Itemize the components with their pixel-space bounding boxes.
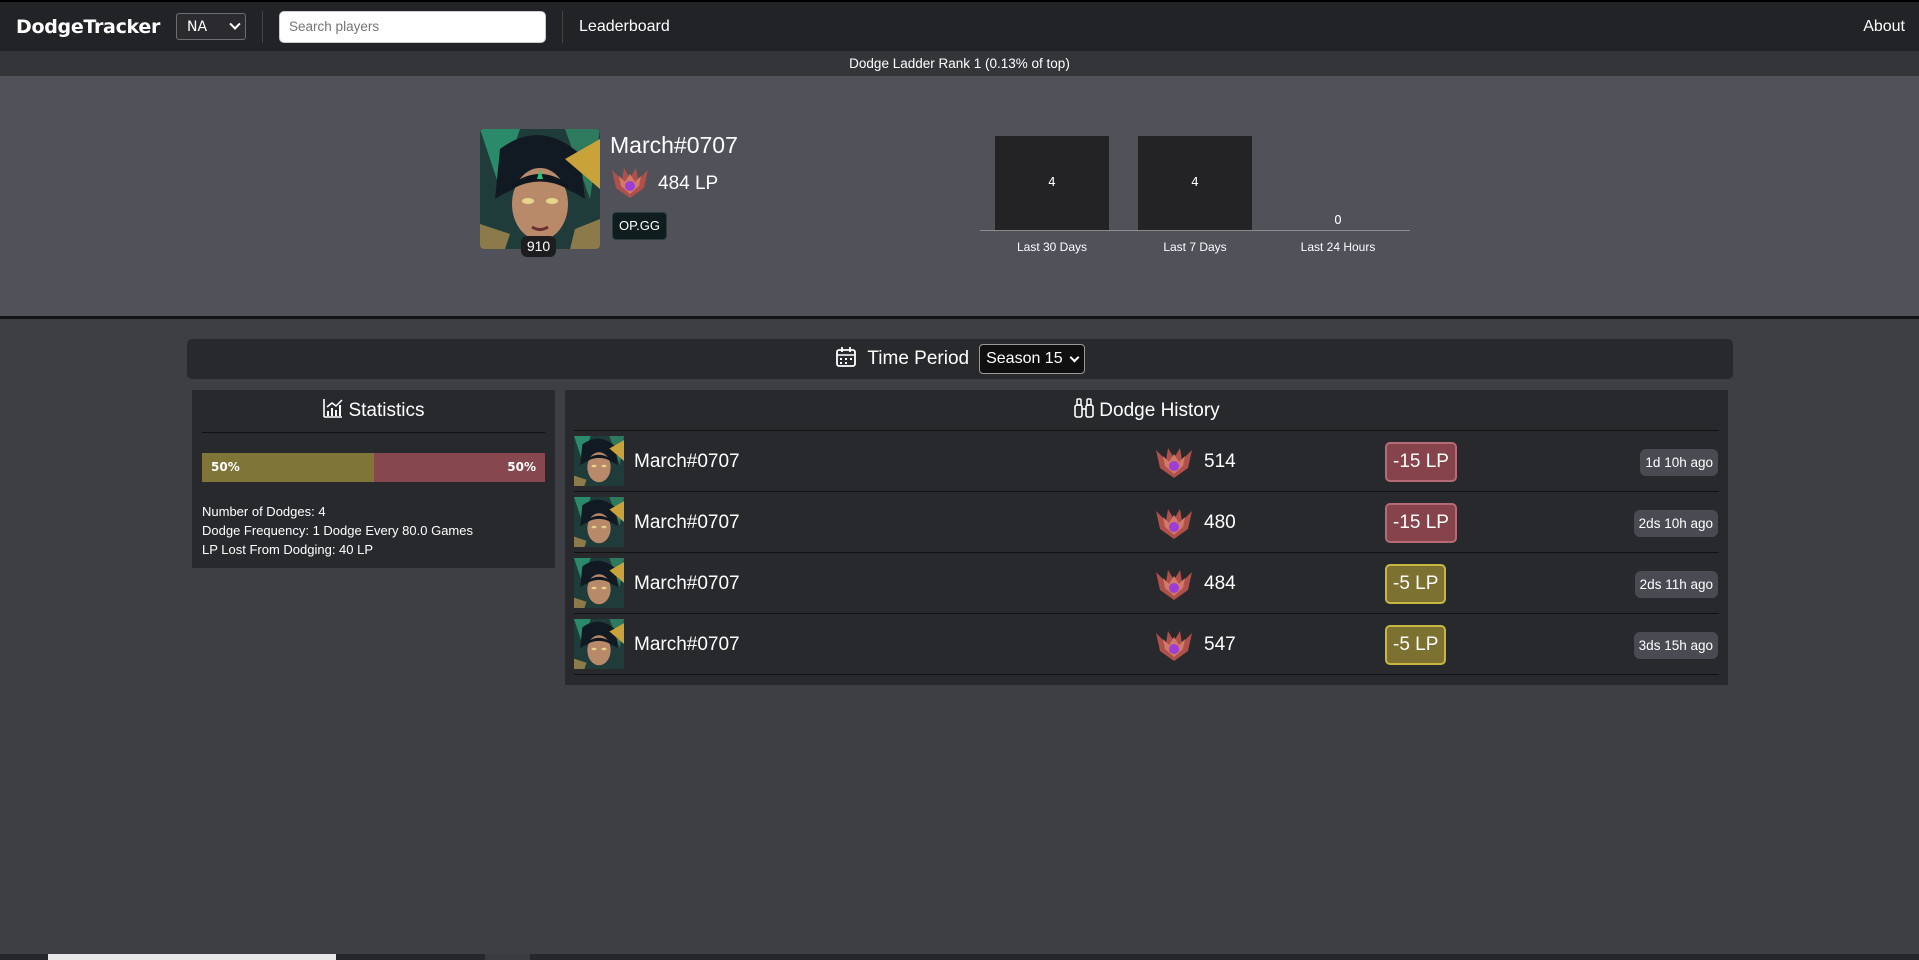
divider	[202, 432, 545, 433]
time-period-bar: Time Period Season 15	[187, 339, 1733, 379]
calendar-icon	[835, 346, 857, 372]
history-lp: 480	[1204, 512, 1236, 533]
search-placeholder: Search players	[289, 19, 380, 34]
brand-logo[interactable]: DodgeTracker	[16, 16, 160, 38]
chart-line-icon	[322, 397, 344, 425]
chart-category-label: Last 7 Days	[1163, 240, 1227, 254]
search-input[interactable]: Search players	[279, 10, 547, 43]
history-lp: 547	[1204, 634, 1236, 655]
ratio-left: 50%	[202, 453, 374, 482]
history-row[interactable]: March#0707 484 -5 LP 2ds 11h ago	[574, 553, 1719, 614]
statistics-title: Statistics	[348, 400, 425, 421]
lp-loss-badge: -5 LP	[1385, 625, 1447, 665]
chart-value-label: 4	[1048, 175, 1056, 189]
lp-loss-badge: -15 LP	[1385, 503, 1457, 543]
champion-portrait	[480, 129, 600, 249]
nav-divider	[562, 10, 564, 43]
scrollbar-thumb[interactable]	[48, 954, 336, 960]
chart-value-label: 4	[1191, 175, 1199, 189]
stat-lp-lost: LP Lost From Dodging: 40 LP	[202, 542, 374, 557]
master-emblem-icon	[610, 164, 650, 204]
region-select[interactable]: NA	[176, 13, 247, 40]
player-lp: 484 LP	[610, 164, 718, 204]
profile-header: 910 March#0707 484 LP OP.GG 4 Last 30 Day…	[0, 76, 1919, 316]
lp-value: 484 LP	[658, 173, 719, 194]
history-row[interactable]: March#0707 480 -15 LP 2ds 10h ago	[574, 492, 1719, 553]
time-ago-badge: 2ds 10h ago	[1633, 510, 1718, 537]
chevron-down-icon	[229, 18, 241, 30]
history-lp: 484	[1204, 573, 1236, 594]
master-emblem-icon	[1154, 443, 1194, 485]
season-value: Season 15	[986, 350, 1063, 367]
opgg-button[interactable]: OP.GG	[612, 212, 667, 240]
leaderboard-link[interactable]: Leaderboard	[579, 18, 670, 36]
chart-category-label: Last 30 Days	[1016, 240, 1088, 254]
navbar: DodgeTracker NA Search players Leaderboa…	[0, 0, 1919, 51]
master-emblem-icon	[1154, 504, 1194, 546]
champion-thumbnail	[574, 619, 624, 669]
history-row[interactable]: March#0707 514 -15 LP 1d 10h ago	[574, 431, 1719, 492]
statistics-panel: Statistics 50% 50% Number of Dodges: 4 D…	[192, 390, 555, 568]
history-player-name[interactable]: March#0707	[634, 573, 740, 595]
history-lp: 514	[1204, 451, 1236, 472]
statistics-heading: Statistics	[192, 390, 555, 432]
dodge-chart: 4 Last 30 Days 4 Last 7 Days 0 Last 24 Hours	[980, 136, 1410, 256]
stat-dodge-count: Number of Dodges: 4	[202, 504, 326, 519]
chart-category-label: Last 24 Hours	[1300, 240, 1376, 254]
profile-divider	[0, 316, 1919, 319]
time-period-label: Time Period	[867, 348, 970, 369]
player-name: March#0707	[610, 132, 738, 158]
avatar: 910	[480, 129, 600, 257]
time-ago-badge: 3ds 15h ago	[1633, 632, 1718, 659]
binoculars-icon	[1073, 397, 1095, 425]
champion-thumbnail	[574, 558, 624, 608]
lp-loss-badge: -5 LP	[1385, 564, 1447, 604]
dodge-history-panel: Dodge History March#0707 514 -15 LP 1d 10h …	[565, 390, 1728, 685]
history-player-name[interactable]: March#0707	[634, 451, 740, 473]
champion-thumbnail	[574, 497, 624, 547]
chart-baseline	[980, 230, 1410, 231]
rank-banner: Dodge Ladder Rank 1 (0.13% of top)	[0, 51, 1919, 76]
about-link[interactable]: About	[1863, 18, 1905, 36]
lp-loss-badge: -15 LP	[1385, 442, 1457, 482]
summoner-level: 910	[521, 236, 556, 257]
history-player-name[interactable]: March#0707	[634, 634, 740, 656]
chevron-down-icon	[1069, 352, 1080, 362]
master-emblem-icon	[1154, 626, 1194, 668]
dodge-history-heading: Dodge History	[565, 390, 1728, 432]
scrollbar-segment	[485, 954, 530, 960]
stat-dodge-frequency: Dodge Frequency: 1 Dodge Every 80.0 Game…	[202, 523, 473, 538]
region-value: NA	[187, 18, 208, 35]
horizontal-scrollbar[interactable]	[0, 954, 1919, 960]
dodge-ratio-bar: 50% 50%	[202, 453, 545, 482]
stat-lines: Number of Dodges: 4 Dodge Frequency: 1 D…	[202, 502, 545, 559]
nav-divider	[262, 10, 264, 43]
dodge-history-title: Dodge History	[1099, 400, 1220, 421]
history-row[interactable]: March#0707 547 -5 LP 3ds 15h ago	[574, 614, 1719, 675]
master-emblem-icon	[1154, 565, 1194, 607]
season-select[interactable]: Season 15	[979, 344, 1085, 374]
time-ago-badge: 1d 10h ago	[1640, 449, 1718, 476]
chart-value-label: 0	[1334, 213, 1342, 227]
time-ago-badge: 2ds 11h ago	[1634, 571, 1718, 598]
history-player-name[interactable]: March#0707	[634, 512, 740, 534]
champion-thumbnail	[574, 436, 624, 486]
ratio-right: 50%	[373, 453, 545, 482]
